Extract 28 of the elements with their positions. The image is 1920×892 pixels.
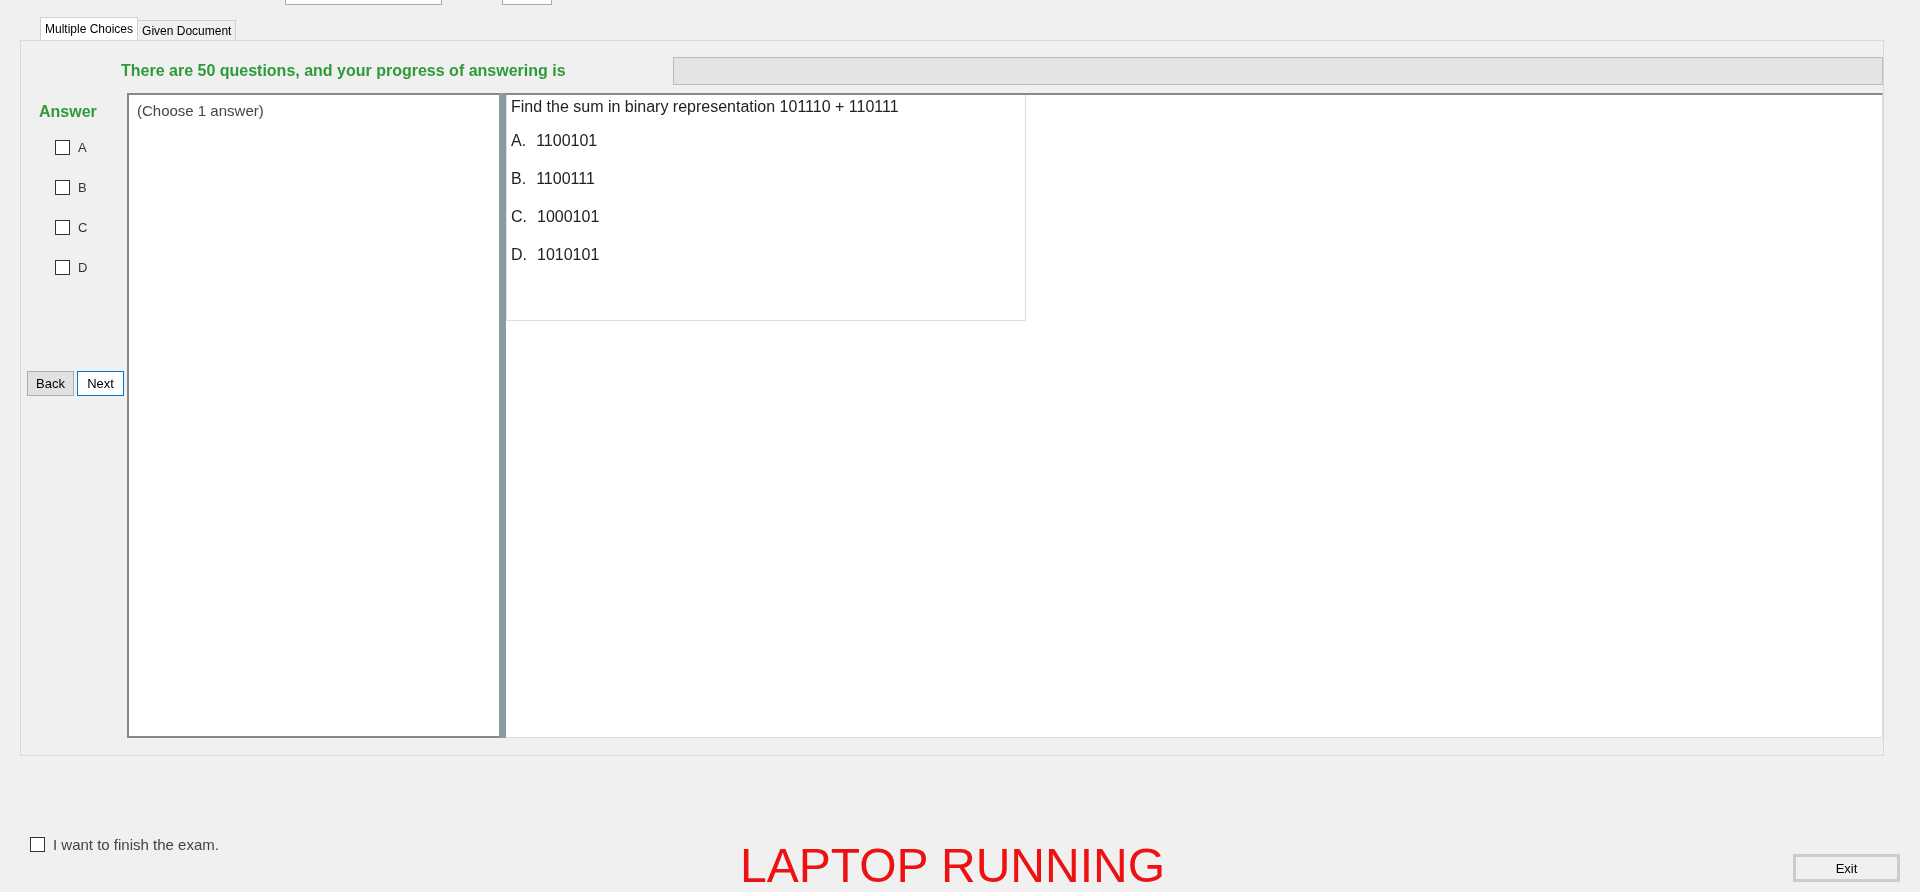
answer-heading: Answer bbox=[39, 103, 98, 121]
checkbox[interactable] bbox=[55, 179, 70, 195]
progress-label: There are 50 questions, and your progress of answering is bbox=[121, 62, 567, 80]
option-label: C bbox=[78, 219, 88, 235]
choice-value: 1100111 bbox=[536, 170, 595, 188]
option-label: A bbox=[78, 139, 87, 155]
next-button[interactable]: Next bbox=[77, 371, 124, 396]
choice-letter: D. bbox=[511, 246, 527, 264]
checkbox[interactable] bbox=[55, 219, 70, 235]
choice-letter: C. bbox=[511, 208, 527, 226]
checkbox[interactable] bbox=[55, 259, 70, 275]
option-label: B bbox=[78, 179, 87, 195]
checkbox[interactable] bbox=[55, 139, 70, 155]
option-label: D bbox=[78, 259, 88, 275]
finish-label: I want to finish the exam. bbox=[53, 836, 219, 853]
checkbox[interactable] bbox=[30, 837, 45, 852]
instruction-text: (Choose 1 answer) bbox=[137, 102, 264, 119]
tab[interactable]: Given Document bbox=[137, 20, 237, 40]
choice-value: 1000101 bbox=[537, 208, 600, 226]
status-text: LAPTOP RUNNING bbox=[740, 838, 1165, 892]
choice-value: 1100101 bbox=[536, 132, 598, 150]
choice-value: 1010101 bbox=[537, 246, 600, 264]
question-text: Find the sum in binary representation 101110 + 110111 bbox=[511, 98, 900, 116]
choice-letter: B. bbox=[511, 170, 527, 188]
exit-button[interactable]: Exit bbox=[1793, 854, 1900, 882]
back-button[interactable]: Back bbox=[27, 371, 74, 396]
choice-letter: A. bbox=[511, 132, 527, 150]
tab[interactable]: Multiple Choices bbox=[40, 17, 139, 40]
